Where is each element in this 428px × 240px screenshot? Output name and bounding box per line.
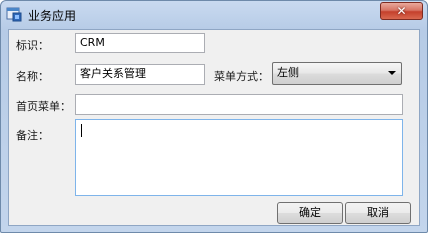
cancel-button[interactable]: 取消	[345, 202, 411, 224]
ok-button[interactable]: 确定	[277, 202, 343, 224]
menu-mode-select[interactable]: 左侧	[272, 62, 402, 85]
text-caret	[81, 124, 82, 137]
note-textarea[interactable]	[75, 119, 403, 196]
title-bar[interactable]: 业务应用 ✕	[1, 1, 427, 27]
window-title: 业务应用	[28, 9, 77, 23]
note-label: 备注：	[16, 129, 49, 142]
menu-mode-label: 菜单方式：	[214, 70, 269, 83]
id-field[interactable]: CRM	[75, 33, 205, 53]
name-label: 名称：	[16, 70, 49, 83]
home-menu-field[interactable]	[75, 94, 403, 115]
home-menu-label: 首页菜单：	[16, 100, 71, 113]
close-icon: ✕	[396, 4, 407, 18]
dialog-body: 标识： CRM 名称： 客户关系管理 菜单方式： 左侧 首页菜单： 备注： 确定…	[8, 29, 420, 226]
name-field[interactable]: 客户关系管理	[75, 64, 205, 85]
dialog-window: 业务应用 ✕ 标识： CRM 名称： 客户关系管理 菜单方式： 左侧 首页菜单：…	[0, 0, 428, 233]
menu-mode-value: 左侧	[277, 66, 299, 79]
chevron-down-icon	[388, 71, 396, 75]
close-button[interactable]: ✕	[380, 2, 423, 20]
id-label: 标识：	[16, 39, 49, 52]
app-window-icon	[6, 6, 22, 22]
